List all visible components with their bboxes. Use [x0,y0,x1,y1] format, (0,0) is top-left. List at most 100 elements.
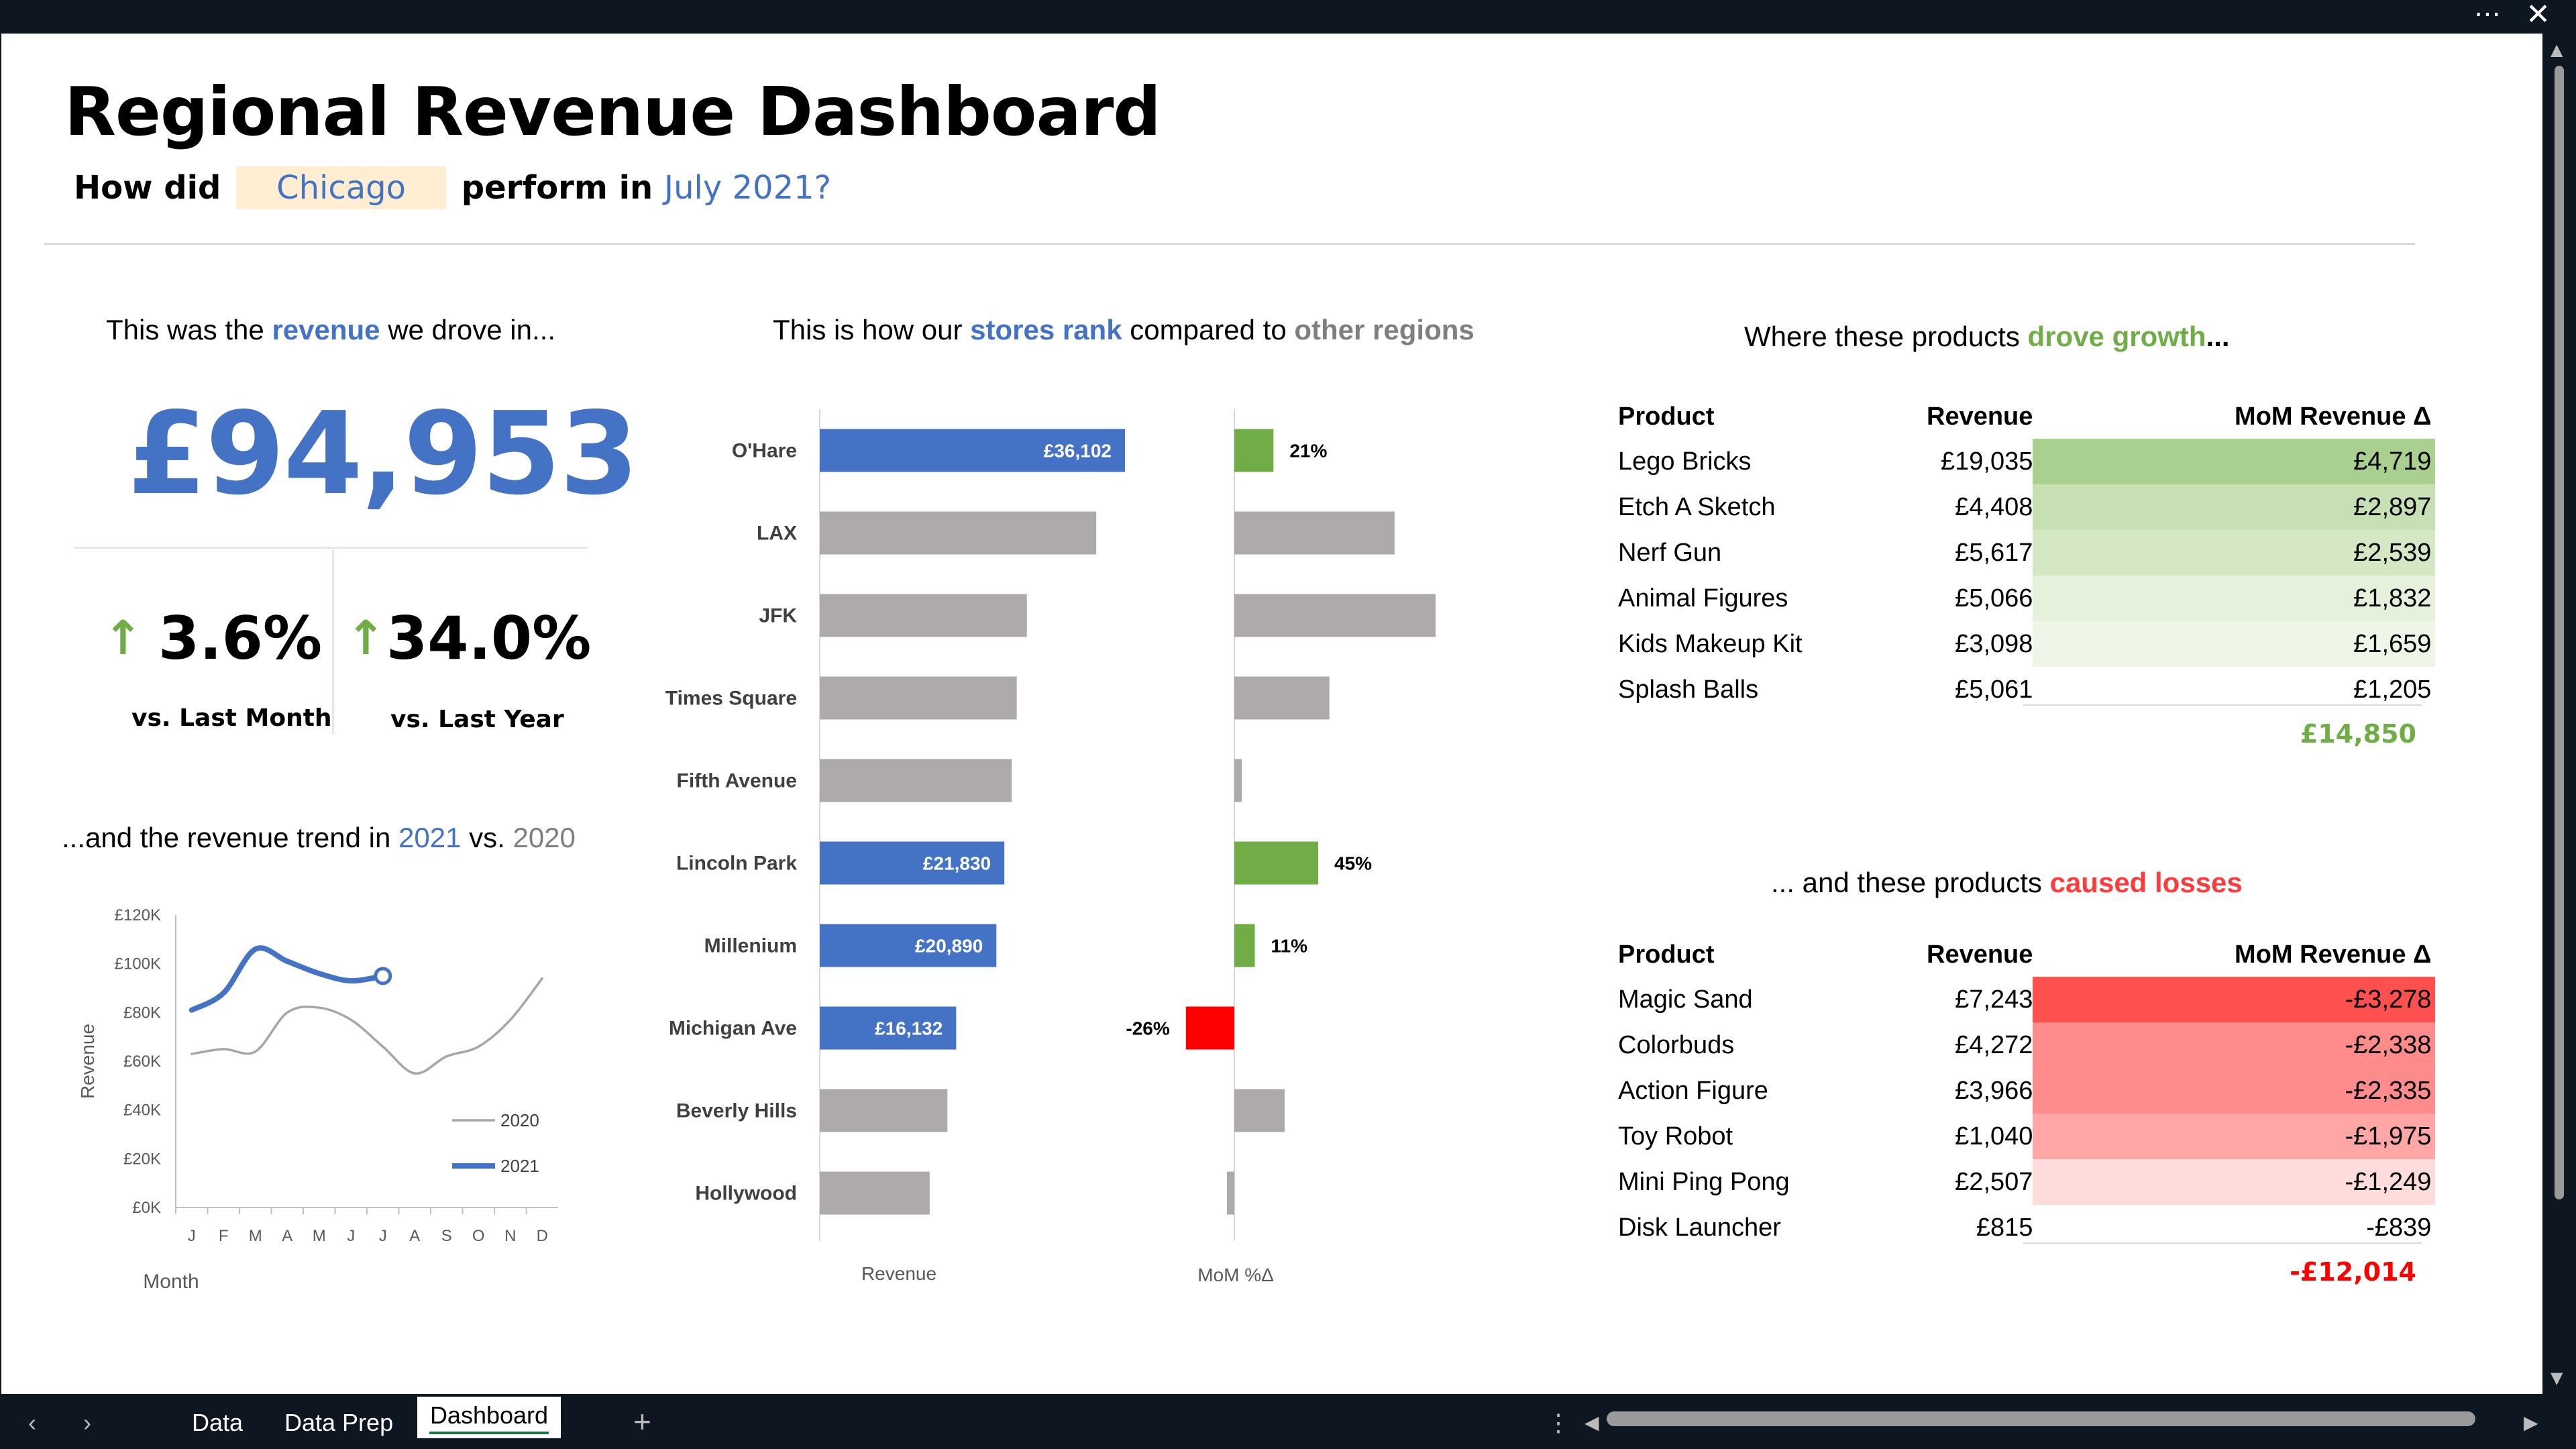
x-tick-label: D [537,1227,548,1245]
loss-delta-cell: -£3,278 [2033,977,2436,1022]
y-tick-label: £0K [132,1199,161,1217]
tab-data-prep[interactable]: Data Prep [284,1409,393,1437]
growth-delta-cell: £1,832 [2033,576,2436,621]
revenue-bar [820,759,1012,802]
trend-heading-pre: ...and the revenue trend in [62,822,391,853]
growth-delta-cell: £4,719 [2033,439,2436,484]
growth-product-cell: Kids Makeup Kit [1618,629,1803,658]
tab-next-icon[interactable]: › [83,1409,91,1437]
kpi-heading: This was the revenue we drove in... [106,314,555,346]
series-2021-end-marker [374,967,392,985]
loss-row: Magic Sand £7,243 -£3,278 [1614,977,2436,1022]
yoy-up-arrow-icon: ↑ [346,610,386,665]
store-label: Lincoln Park [676,853,797,875]
x-tick-label: O [472,1227,485,1245]
revenue-bar-label: £16,132 [875,1018,943,1039]
kpi-heading-post: we drove in... [388,314,555,345]
question-line: How did Chicago perform in July 2021? [74,166,831,209]
store-label: JFK [759,605,797,627]
loss-delta-cell: -£2,335 [2033,1068,2436,1114]
x-tick-label: M [249,1227,262,1245]
growth-product-cell: Etch A Sketch [1618,492,1776,521]
growth-row: Nerf Gun £5,617 £2,539 [1614,530,2436,576]
x-tick-label: M [313,1227,326,1245]
mom-bar-label: -26% [1126,1018,1169,1039]
loss-revenue-cell: £3,966 [1955,1076,2033,1105]
loss-header-revenue: Revenue [1927,940,2033,969]
growth-product-cell: Animal Figures [1618,584,1788,612]
mom-bar [1234,759,1242,802]
loss-row: Mini Ping Pong £2,507 -£1,249 [1614,1159,2436,1205]
trend-heading-year-b: 2020 [513,822,576,853]
revenue-bar [820,1089,948,1132]
growth-revenue-cell: £5,617 [1955,538,2033,567]
y-tick-label: £40K [123,1102,161,1120]
city-selector[interactable]: Chicago [236,166,447,209]
tab-data[interactable]: Data [192,1409,243,1437]
loss-delta-cell: -£1,975 [2033,1114,2436,1159]
rank-heading-other: other regions [1294,314,1474,345]
growth-revenue-cell: £3,098 [1955,629,2033,658]
tab-dashboard[interactable]: Dashboard [417,1397,561,1438]
trend-heading: ...and the revenue trend in 2021 vs. 202… [62,822,576,854]
add-sheet-button[interactable]: + [633,1403,651,1440]
vertical-scrollbar[interactable]: ▲ ▼ [2542,34,2576,1394]
y-tick-label: £100K [115,955,161,973]
store-label: Michigan Ave [669,1018,797,1040]
y-tick-label: £60K [123,1053,161,1071]
rank-heading-key: stores rank [970,314,1122,345]
loss-product-cell: Mini Ping Pong [1618,1167,1790,1196]
growth-delta-cell: £2,897 [2033,484,2436,530]
scroll-down-icon[interactable]: ▼ [2551,1368,2563,1387]
y-axis-title: Revenue [77,1024,98,1099]
growth-header-revenue: Revenue [1927,402,2033,431]
tab-dashboard-label: Dashboard [429,1401,549,1429]
growth-row: Etch A Sketch £4,408 £2,897 [1614,484,2436,530]
growth-heading: Where these products drove growth... [1744,321,2230,353]
kpi-heading-pre: This was the [106,314,264,345]
growth-heading-key: drove growth [2027,321,2206,352]
growth-header-delta: MoM Revenue Δ [2235,402,2432,431]
revenue-trend-chart: £120K £100K £80K £60K £40K £20K £0K J F M A M J J A S O N… [77,906,558,1293]
rank-heading: This is how our stores rank compared to … [773,314,1474,346]
y-tick-label: £80K [123,1004,161,1022]
store-label: Times Square [665,688,797,710]
growth-total-line [2023,704,2422,706]
yoy-pct: 34.0% [386,604,592,673]
mom-pct: 3.6% [158,604,323,673]
more-options-icon[interactable]: ⋯ [2474,0,2502,30]
tab-options-icon[interactable]: ⋮ [1546,1409,1570,1437]
mom-bar [1185,1006,1234,1050]
growth-revenue-cell: £5,061 [1955,675,2033,704]
kpi-vertical-divider [332,550,334,735]
growth-product-cell: Lego Bricks [1618,447,1752,476]
scroll-up-icon[interactable]: ▲ [2551,40,2563,59]
scroll-left-icon[interactable]: ◀ [1585,1411,1599,1434]
vertical-scroll-thumb[interactable] [2555,66,2564,1199]
losses-heading: ... and these products caused losses [1771,867,2243,899]
losses-heading-pre: ... and these products [1771,867,2042,898]
question-prefix: How did [74,169,221,207]
growth-revenue-cell: £19,035 [1941,447,2033,476]
revenue-bar [820,676,1017,720]
growth-revenue-cell: £5,066 [1955,584,2033,612]
tab-prev-icon[interactable]: ‹ [28,1409,36,1437]
x-tick-label: A [409,1227,420,1245]
question-middle: perform in [461,169,653,207]
store-label: Hollywood [695,1183,797,1205]
scroll-right-icon[interactable]: ▶ [2524,1411,2538,1434]
mom-bar [1234,841,1318,885]
loss-revenue-cell: £4,272 [1955,1030,2033,1059]
loss-header-delta: MoM Revenue Δ [2235,940,2432,969]
growth-table-header: Product Revenue MoM Revenue Δ [1614,394,2435,439]
period-selector[interactable]: July 2021? [664,169,831,207]
loss-table-header: Product Revenue MoM Revenue Δ [1614,932,2435,977]
mom-bar [1234,924,1255,967]
close-icon[interactable]: ✕ [2526,0,2551,32]
store-label: Beverly Hills [676,1100,797,1122]
revenue-bar [820,1171,930,1215]
series-2020-line [191,977,543,1075]
legend-label-2021: 2021 [500,1156,539,1176]
loss-revenue-cell: £7,243 [1955,985,2033,1014]
horizontal-scroll-thumb[interactable] [1607,1411,2475,1426]
